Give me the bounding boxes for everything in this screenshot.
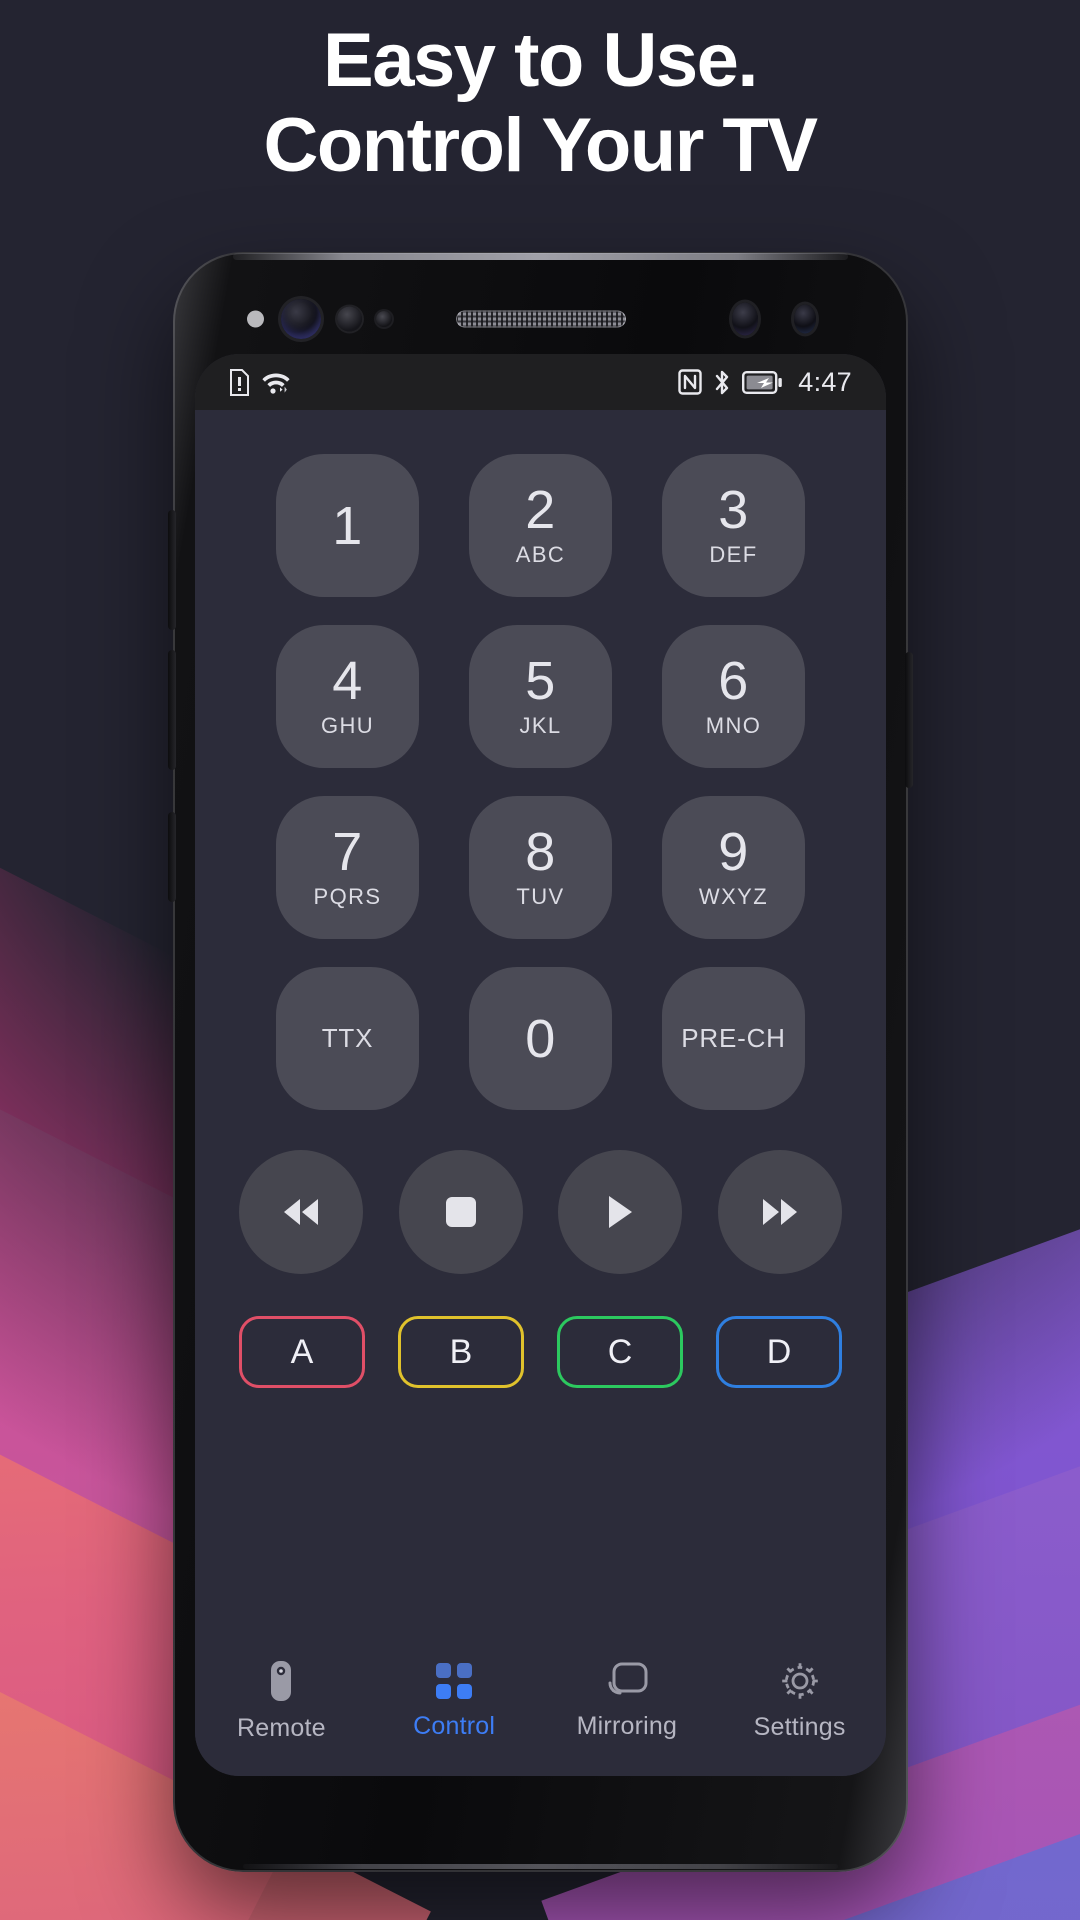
keypad-key-9[interactable]: 9 WXYZ bbox=[662, 796, 805, 939]
nav-item-remote[interactable]: Remote bbox=[195, 1659, 368, 1743]
keypad-key-label: TTX bbox=[321, 1023, 374, 1053]
keypad-key-8[interactable]: 8 TUV bbox=[469, 796, 612, 939]
keypad-key-letters: ABC bbox=[515, 542, 566, 567]
status-bar-right: 4:47 bbox=[678, 367, 852, 398]
keypad-key-letters: PQRS bbox=[313, 884, 382, 909]
color-button-c[interactable]: C bbox=[557, 1316, 683, 1388]
keypad-key-letters: MNO bbox=[705, 713, 762, 738]
stop-button[interactable] bbox=[398, 1150, 523, 1274]
iris-camera-icon bbox=[732, 302, 758, 336]
keypad-key-number: 9 bbox=[718, 822, 749, 882]
screen-mirror-icon bbox=[605, 1661, 649, 1701]
keypad-key-2[interactable]: 2 ABC bbox=[469, 454, 612, 597]
keypad-key-pre-ch[interactable]: PRE-CH bbox=[662, 967, 805, 1110]
keypad-key-number: 0 bbox=[525, 1008, 556, 1069]
front-camera-icon bbox=[281, 299, 321, 339]
fast-forward-icon bbox=[757, 1194, 803, 1230]
phone-screen: 4:47 1 2 ABC 3 DEF 4 GHU 5 JKL 6 MNO 7 P… bbox=[195, 354, 886, 1776]
color-button-b[interactable]: B bbox=[398, 1316, 524, 1388]
keypad-key-letters: DEF bbox=[709, 542, 758, 567]
keypad-key-letters: GHU bbox=[320, 713, 375, 738]
nav-item-control[interactable]: Control bbox=[368, 1661, 541, 1741]
ir-emitter-icon bbox=[794, 304, 816, 334]
keypad-key-1[interactable]: 1 bbox=[276, 454, 419, 597]
remote-control-icon bbox=[266, 1659, 296, 1703]
nav-item-settings[interactable]: Settings bbox=[713, 1660, 886, 1742]
keypad-key-label: PRE-CH bbox=[681, 1023, 786, 1053]
volume-down-button[interactable] bbox=[168, 650, 176, 770]
keypad-key-number: 1 bbox=[332, 495, 363, 556]
color-button-label: A bbox=[290, 1332, 314, 1371]
keypad-key-7[interactable]: 7 PQRS bbox=[276, 796, 419, 939]
iris-sensor-icon bbox=[376, 311, 392, 327]
bottom-navigation: Remote Control Mirroring Settings bbox=[195, 1636, 886, 1776]
color-button-label: C bbox=[607, 1332, 633, 1371]
color-button-label: D bbox=[766, 1332, 792, 1371]
play-icon bbox=[604, 1193, 636, 1231]
keypad-key-4[interactable]: 4 GHU bbox=[276, 625, 419, 768]
status-bar-clock: 4:47 bbox=[798, 366, 852, 397]
earpiece-speaker-icon bbox=[455, 310, 626, 328]
color-button-a[interactable]: A bbox=[239, 1316, 365, 1388]
keypad-key-number: 2 bbox=[525, 480, 556, 540]
color-button-d[interactable]: D bbox=[716, 1316, 842, 1388]
headline-line-2: Control Your TV bbox=[263, 103, 818, 189]
notification-led-icon bbox=[247, 310, 264, 328]
status-bar: 4:47 bbox=[195, 354, 886, 410]
media-transport-row bbox=[195, 1150, 886, 1274]
wifi-icon bbox=[261, 369, 291, 395]
nav-item-mirroring[interactable]: Mirroring bbox=[541, 1661, 714, 1741]
keypad-key-number: 5 bbox=[525, 651, 556, 711]
keypad-key-0[interactable]: 0 bbox=[469, 967, 612, 1110]
promo-screenshot: Easy to Use. Control Your TV 4:47 1 2 AB… bbox=[0, 0, 1080, 1920]
phone-bottom-edge bbox=[243, 1864, 838, 1869]
keypad-key-number: 4 bbox=[332, 651, 363, 711]
assistant-button[interactable] bbox=[168, 812, 176, 902]
volume-up-button[interactable] bbox=[168, 510, 176, 630]
phone-top-edge bbox=[233, 253, 848, 260]
battery-charging-icon bbox=[742, 370, 783, 394]
power-button[interactable] bbox=[905, 652, 913, 788]
fast-forward-button[interactable] bbox=[717, 1150, 842, 1274]
play-button[interactable] bbox=[558, 1150, 683, 1274]
keypad-key-3[interactable]: 3 DEF bbox=[662, 454, 805, 597]
front-sensor-array bbox=[173, 296, 908, 342]
keypad-key-number: 6 bbox=[718, 651, 749, 711]
status-bar-left bbox=[229, 368, 291, 396]
phone-mockup: 4:47 1 2 ABC 3 DEF 4 GHU 5 JKL 6 MNO 7 P… bbox=[168, 252, 913, 1872]
nav-label: Settings bbox=[753, 1713, 846, 1741]
gear-icon bbox=[779, 1660, 821, 1702]
stop-icon bbox=[444, 1195, 478, 1229]
nav-label: Control bbox=[413, 1712, 496, 1740]
keypad-key-number: 7 bbox=[332, 822, 363, 882]
numeric-keypad: 1 2 ABC 3 DEF 4 GHU 5 JKL 6 MNO 7 PQRS 8… bbox=[195, 410, 886, 1110]
promo-headline: Easy to Use. Control Your TV bbox=[0, 18, 1080, 188]
rewind-icon bbox=[278, 1194, 324, 1230]
keypad-key-5[interactable]: 5 JKL bbox=[469, 625, 612, 768]
bluetooth-icon bbox=[713, 369, 731, 396]
keypad-key-letters: TUV bbox=[516, 884, 565, 909]
keypad-key-letters: WXYZ bbox=[698, 884, 769, 909]
proximity-sensor-icon bbox=[337, 306, 362, 332]
keypad-key-letters: JKL bbox=[519, 713, 562, 738]
color-button-row: A B C D bbox=[195, 1316, 886, 1388]
sim-warning-icon bbox=[229, 368, 250, 396]
headline-line-1: Easy to Use. bbox=[323, 18, 759, 103]
color-button-label: B bbox=[449, 1332, 473, 1371]
app-content: 1 2 ABC 3 DEF 4 GHU 5 JKL 6 MNO 7 PQRS 8… bbox=[195, 410, 886, 1776]
keypad-key-6[interactable]: 6 MNO bbox=[662, 625, 805, 768]
keypad-key-number: 3 bbox=[718, 480, 749, 540]
keypad-key-number: 8 bbox=[525, 822, 556, 882]
nav-label: Remote bbox=[237, 1714, 326, 1742]
keypad-key-ttx[interactable]: TTX bbox=[276, 967, 419, 1110]
nfc-icon bbox=[678, 369, 702, 395]
grid-squares-icon bbox=[434, 1661, 474, 1701]
rewind-button[interactable] bbox=[239, 1150, 363, 1274]
nav-label: Mirroring bbox=[576, 1712, 678, 1740]
